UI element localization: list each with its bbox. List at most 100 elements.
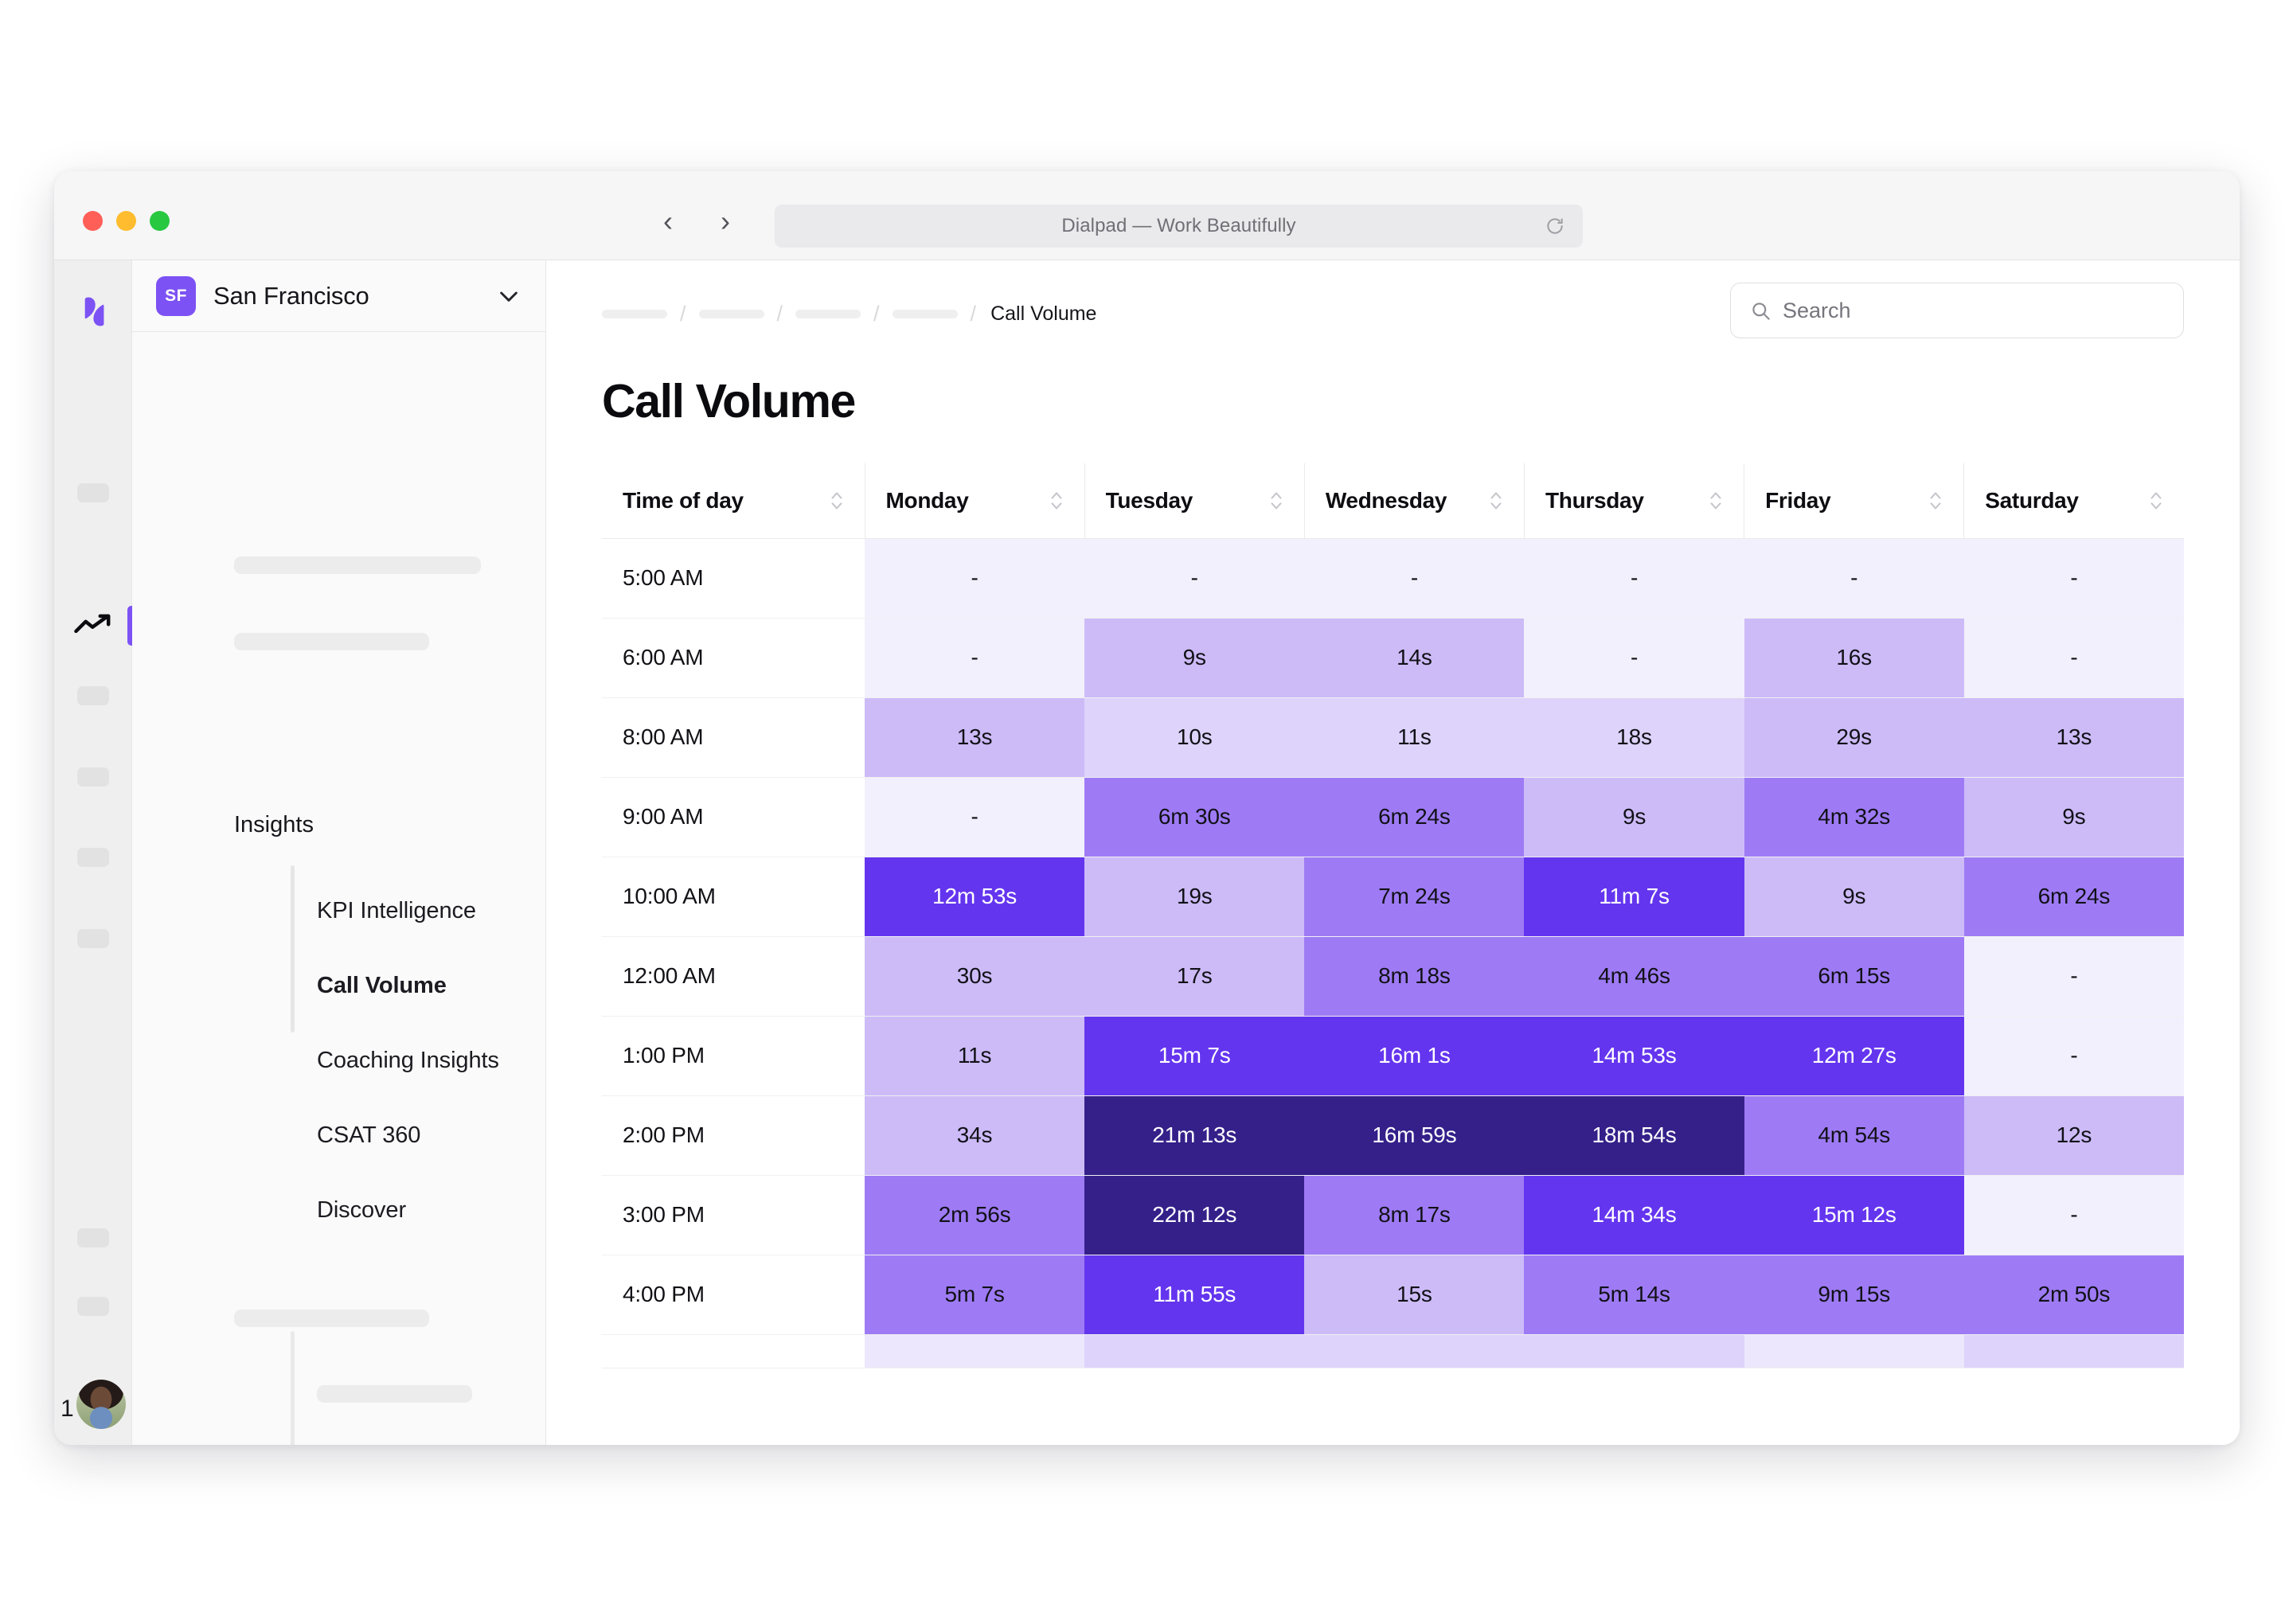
- address-bar[interactable]: Dialpad — Work Beautifully: [775, 205, 1583, 248]
- sidebar-placeholder-2[interactable]: [234, 633, 429, 650]
- heatmap-cell[interactable]: -: [1084, 538, 1305, 619]
- heatmap-cell[interactable]: -: [1963, 538, 2184, 619]
- heatmap-cell[interactable]: -: [1524, 538, 1744, 619]
- breadcrumb-placeholder-1[interactable]: [602, 310, 667, 318]
- avatar[interactable]: [76, 1380, 126, 1429]
- heatmap-cell[interactable]: 6m 15s: [1744, 936, 1964, 1017]
- heatmap-cell[interactable]: 4m 32s: [1744, 777, 1964, 857]
- heatmap-cell[interactable]: -: [1744, 538, 1964, 619]
- column-header-wednesday[interactable]: Wednesday: [1304, 463, 1525, 539]
- heatmap-cell[interactable]: 13s: [865, 697, 1085, 778]
- heatmap-cell[interactable]: 10s: [1084, 697, 1305, 778]
- search-input[interactable]: [1783, 298, 2164, 323]
- forward-button[interactable]: ›: [709, 203, 742, 240]
- heatmap-cell[interactable]: 29s: [1744, 697, 1964, 778]
- workspace-switcher[interactable]: SF San Francisco: [132, 260, 545, 332]
- breadcrumb-placeholder-2[interactable]: [698, 310, 764, 318]
- rail-placeholder-6[interactable]: [77, 1228, 109, 1247]
- sidebar-placeholder-4[interactable]: [317, 1385, 472, 1403]
- heatmap-cell[interactable]: 19s: [1084, 857, 1305, 937]
- column-header-time-of-day[interactable]: Time of day: [602, 463, 865, 539]
- heatmap-cell[interactable]: 11m 55s: [1084, 1255, 1305, 1335]
- heatmap-cell[interactable]: 14m 34s: [1524, 1175, 1744, 1255]
- heatmap-cell[interactable]: -: [865, 538, 1085, 619]
- heatmap-cell[interactable]: -: [1963, 618, 2184, 698]
- sort-icon[interactable]: [2149, 489, 2163, 513]
- column-header-thursday[interactable]: Thursday: [1524, 463, 1745, 539]
- heatmap-cell[interactable]: 4m 46s: [1524, 936, 1744, 1017]
- heatmap-cell[interactable]: 22m 12s: [1084, 1175, 1305, 1255]
- heatmap-cell[interactable]: 18s: [1524, 697, 1744, 778]
- heatmap-cell[interactable]: 5m 14s: [1524, 1255, 1744, 1335]
- heatmap-cell[interactable]: -: [1963, 936, 2184, 1017]
- heatmap-cell[interactable]: -: [1524, 618, 1744, 698]
- heatmap-cell[interactable]: 9m 15s: [1744, 1255, 1964, 1335]
- heatmap-cell[interactable]: -: [1963, 1016, 2184, 1096]
- sidebar-item-coaching-insights[interactable]: Coaching Insights: [317, 1023, 540, 1098]
- heatmap-cell[interactable]: 6m 30s: [1084, 777, 1305, 857]
- rail-placeholder-1[interactable]: [77, 483, 109, 502]
- heatmap-cell[interactable]: 4m 54s: [1744, 1095, 1964, 1176]
- rail-placeholder-3[interactable]: [77, 767, 109, 787]
- heatmap-cell[interactable]: 11s: [1304, 697, 1525, 778]
- heatmap-cell[interactable]: 11m 7s: [1524, 857, 1744, 937]
- column-header-saturday[interactable]: Saturday: [1963, 463, 2184, 539]
- heatmap-cell[interactable]: -: [865, 618, 1085, 698]
- rail-placeholder-7[interactable]: [77, 1297, 109, 1316]
- heatmap-cell[interactable]: -: [865, 777, 1085, 857]
- sidebar-item-call-volume[interactable]: Call Volume: [317, 948, 540, 1023]
- rail-placeholder-4[interactable]: [77, 848, 109, 867]
- sidebar-item-kpi-intelligence[interactable]: KPI Intelligence: [317, 873, 540, 948]
- heatmap-cell[interactable]: 15m 12s: [1744, 1175, 1964, 1255]
- heatmap-cell[interactable]: 13s: [1963, 697, 2184, 778]
- heatmap-cell[interactable]: 9s: [1524, 777, 1744, 857]
- heatmap-cell[interactable]: [1524, 1334, 1744, 1368]
- minimize-window-button[interactable]: [116, 211, 136, 231]
- heatmap-cell[interactable]: 8m 17s: [1304, 1175, 1525, 1255]
- heatmap-cell[interactable]: 15s: [1304, 1255, 1525, 1335]
- heatmap-cell[interactable]: [865, 1334, 1085, 1368]
- back-button[interactable]: ‹: [651, 203, 685, 240]
- heatmap-cell[interactable]: 5m 7s: [865, 1255, 1085, 1335]
- heatmap-cell[interactable]: 9s: [1084, 618, 1305, 698]
- rail-placeholder-2[interactable]: [77, 686, 109, 705]
- heatmap-cell[interactable]: 16s: [1744, 618, 1964, 698]
- heatmap-cell[interactable]: 30s: [865, 936, 1085, 1017]
- heatmap-cell[interactable]: 11s: [865, 1016, 1085, 1096]
- heatmap-cell[interactable]: 8m 18s: [1304, 936, 1525, 1017]
- heatmap-cell[interactable]: 21m 13s: [1084, 1095, 1305, 1176]
- column-header-tuesday[interactable]: Tuesday: [1084, 463, 1305, 539]
- heatmap-cell[interactable]: 34s: [865, 1095, 1085, 1176]
- sidebar-item-csat-360[interactable]: CSAT 360: [317, 1098, 540, 1173]
- sidebar-placeholder-1[interactable]: [234, 556, 481, 574]
- trending-up-icon[interactable]: [73, 611, 115, 641]
- heatmap-cell[interactable]: 16m 59s: [1304, 1095, 1525, 1176]
- close-window-button[interactable]: [83, 211, 103, 231]
- heatmap-cell[interactable]: 6m 24s: [1304, 777, 1525, 857]
- heatmap-cell[interactable]: 18m 54s: [1524, 1095, 1744, 1176]
- heatmap-cell[interactable]: 14s: [1304, 618, 1525, 698]
- heatmap-cell[interactable]: [1963, 1334, 2184, 1368]
- breadcrumb-placeholder-3[interactable]: [795, 310, 861, 318]
- sidebar-placeholder-3[interactable]: [234, 1310, 429, 1327]
- maximize-window-button[interactable]: [150, 211, 170, 231]
- reload-icon[interactable]: [1545, 216, 1565, 236]
- sidebar-item-discover[interactable]: Discover: [317, 1173, 540, 1247]
- heatmap-cell[interactable]: 15m 7s: [1084, 1016, 1305, 1096]
- heatmap-cell[interactable]: 14m 53s: [1524, 1016, 1744, 1096]
- chevron-down-icon[interactable]: [496, 283, 521, 309]
- heatmap-cell[interactable]: 7m 24s: [1304, 857, 1525, 937]
- heatmap-cell[interactable]: 16m 1s: [1304, 1016, 1525, 1096]
- heatmap-cell[interactable]: -: [1304, 538, 1525, 619]
- heatmap-cell[interactable]: 12s: [1963, 1095, 2184, 1176]
- heatmap-cell[interactable]: -: [1963, 1175, 2184, 1255]
- breadcrumb-placeholder-4[interactable]: [892, 310, 958, 318]
- heatmap-cell[interactable]: 2m 56s: [865, 1175, 1085, 1255]
- sort-icon[interactable]: [1709, 489, 1723, 513]
- sort-icon[interactable]: [830, 489, 844, 513]
- heatmap-cell[interactable]: 9s: [1963, 777, 2184, 857]
- sort-icon[interactable]: [1269, 489, 1283, 513]
- heatmap-cell[interactable]: 12m 53s: [865, 857, 1085, 937]
- sort-icon[interactable]: [1489, 489, 1503, 513]
- search-box[interactable]: [1730, 283, 2184, 338]
